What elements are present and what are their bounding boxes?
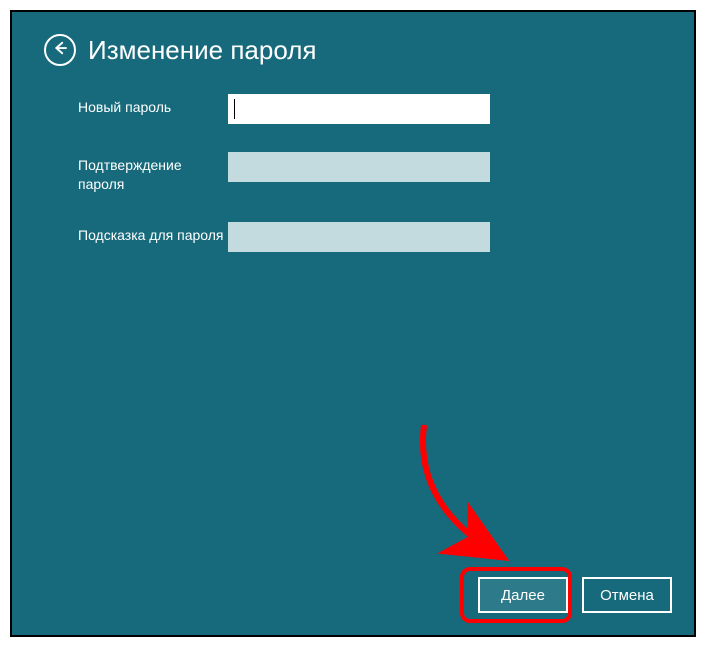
new-password-wrapper: [228, 94, 490, 124]
annotation-arrow-icon: [404, 415, 544, 575]
header: Изменение пароля: [12, 12, 694, 66]
new-password-label: Новый пароль: [78, 94, 228, 117]
change-password-panel: Изменение пароля Новый пароль Подтвержде…: [10, 10, 696, 637]
row-hint: Подсказка для пароля: [78, 222, 694, 252]
arrow-left-icon: [51, 39, 69, 62]
new-password-input[interactable]: [228, 94, 490, 124]
page-title: Изменение пароля: [88, 35, 316, 66]
back-button[interactable]: [44, 34, 76, 66]
next-button[interactable]: Далее: [478, 577, 568, 613]
row-new-password: Новый пароль: [78, 94, 694, 124]
cancel-button[interactable]: Отмена: [582, 577, 672, 613]
confirm-password-label: Подтверждение пароля: [78, 152, 228, 194]
hint-label: Подсказка для пароля: [78, 222, 228, 245]
footer-buttons: Далее Отмена: [478, 577, 672, 613]
password-form: Новый пароль Подтверждение пароля Подска…: [12, 66, 694, 252]
confirm-password-input[interactable]: [228, 152, 490, 182]
row-confirm-password: Подтверждение пароля: [78, 152, 694, 194]
hint-input[interactable]: [228, 222, 490, 252]
